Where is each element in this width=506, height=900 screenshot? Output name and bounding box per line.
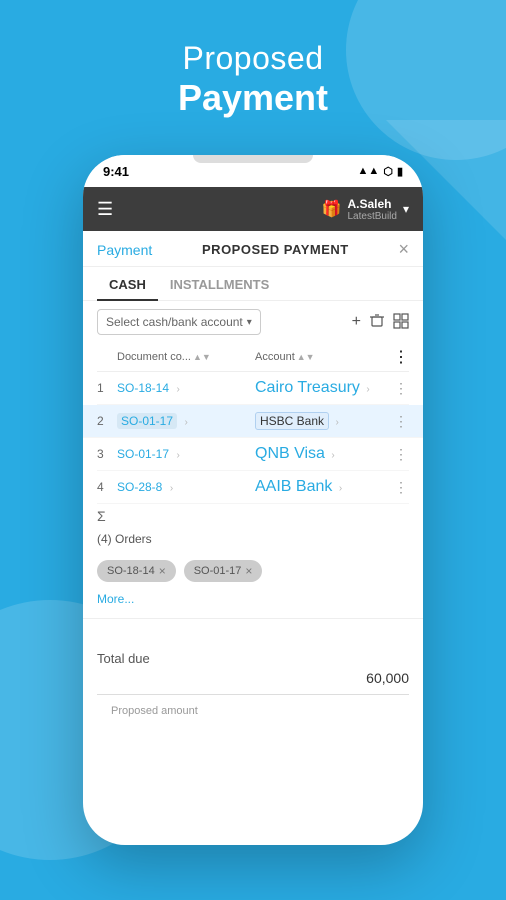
tab-cash[interactable]: CASH	[97, 267, 158, 300]
tag-2: SO-01-17 ×	[184, 560, 263, 582]
app-navbar: ☰ 🎁 A.Saleh LatestBuild ▾	[83, 187, 423, 231]
user-name: A.Saleh	[347, 197, 396, 211]
back-link[interactable]: Payment	[97, 242, 152, 258]
row-4-doc-link[interactable]: SO-28-8	[117, 480, 162, 494]
table-row: 2 SO-01-17 › HSBC Bank › ⋮	[83, 405, 423, 438]
table-row: 3 SO-01-17 › QNB Visa › ⋮	[97, 438, 409, 471]
grid-button[interactable]	[393, 313, 409, 332]
add-button[interactable]: +	[352, 313, 361, 331]
gift-icon: 🎁	[322, 199, 342, 219]
header-line2: Payment	[0, 77, 506, 119]
orders-count: (4) Orders	[83, 528, 423, 554]
wifi-icon: ⬡	[383, 165, 393, 178]
table-header: Document co... ▲▼ Account ▲▼ ⋮	[97, 343, 409, 372]
row-1-account-link[interactable]: Cairo Treasury	[255, 379, 360, 396]
delete-button[interactable]	[369, 312, 385, 333]
row-4-account-link[interactable]: AAIB Bank	[255, 478, 332, 495]
account-select[interactable]: Select cash/bank account ▾	[97, 309, 261, 335]
menu-icon[interactable]: ☰	[97, 199, 113, 220]
row-2-doc-link[interactable]: SO-01-17	[117, 413, 177, 429]
total-due-label: Total due	[97, 651, 150, 666]
row-1-doc-arrow-icon: ›	[176, 384, 179, 395]
phone-notch	[193, 155, 313, 163]
more-options-icon[interactable]: ⋮	[393, 349, 409, 366]
row-3-doc: SO-01-17 ›	[117, 445, 255, 463]
row-1-doc: SO-18-14 ›	[117, 379, 255, 397]
proposed-amount-label: Proposed amount	[97, 701, 409, 717]
tag-2-label: SO-01-17	[194, 565, 242, 577]
col-doc-header: Document co... ▲▼	[117, 351, 255, 363]
row-4-account-arrow-icon: ›	[339, 483, 342, 494]
phone-mockup: 9:41 ▲▲ ⬡ ▮ ☰ 🎁 A.Saleh LatestBuild ▾ Pa…	[83, 155, 423, 845]
total-due-value-row: 60,000	[97, 668, 409, 688]
navbar-chevron-icon[interactable]: ▾	[403, 202, 409, 216]
row-2-more[interactable]: ⋮	[393, 413, 409, 430]
status-time: 9:41	[103, 164, 129, 179]
table: Document co... ▲▼ Account ▲▼ ⋮ 1 SO-18-1…	[83, 343, 423, 504]
close-button[interactable]: ×	[398, 239, 409, 260]
row-2-account: HSBC Bank ›	[255, 412, 393, 430]
row-2-account-link[interactable]: HSBC Bank	[255, 412, 329, 430]
tab-installments[interactable]: INSTALLMENTS	[158, 267, 281, 300]
bottom-section: Total due 60,000 Proposed amount	[83, 618, 423, 725]
sigma-row: Σ	[83, 504, 423, 528]
navbar-user: A.Saleh LatestBuild	[347, 197, 396, 222]
row-2-account-arrow-icon: ›	[335, 417, 338, 428]
row-1-account-arrow-icon: ›	[366, 384, 369, 395]
total-due-value: 60,000	[366, 670, 409, 686]
toolbar: Select cash/bank account ▾ +	[83, 301, 423, 343]
total-due-row: Total due	[97, 649, 409, 668]
tag-2-remove-button[interactable]: ×	[245, 564, 252, 578]
payment-header-row: Payment PROPOSED PAYMENT ×	[83, 231, 423, 267]
row-3-account-arrow-icon: ›	[331, 450, 334, 461]
select-chevron-icon: ▾	[247, 317, 252, 328]
row-3-more[interactable]: ⋮	[393, 446, 409, 463]
tabs-row: CASH INSTALLMENTS	[83, 267, 423, 301]
tag-1-remove-button[interactable]: ×	[159, 564, 166, 578]
row-4-num: 4	[97, 480, 117, 494]
row-1-more[interactable]: ⋮	[393, 380, 409, 397]
user-build: LatestBuild	[347, 211, 396, 222]
page-title: PROPOSED PAYMENT	[152, 242, 398, 257]
toolbar-actions: +	[352, 312, 409, 333]
row-3-account: QNB Visa ›	[255, 445, 393, 463]
doc-sort-icon[interactable]: ▲▼	[193, 352, 211, 362]
page-header: Proposed Payment	[0, 40, 506, 119]
row-2-doc-arrow-icon: ›	[184, 417, 187, 428]
row-1-doc-link[interactable]: SO-18-14	[117, 381, 169, 395]
account-sort-icon[interactable]: ▲▼	[297, 352, 315, 362]
row-2-num: 2	[97, 414, 117, 428]
table-row: 4 SO-28-8 › AAIB Bank › ⋮	[97, 471, 409, 504]
row-3-doc-arrow-icon: ›	[176, 450, 179, 461]
row-3-account-link[interactable]: QNB Visa	[255, 445, 325, 462]
signal-icon: ▲▲	[358, 165, 380, 177]
tag-1: SO-18-14 ×	[97, 560, 176, 582]
row-4-account: AAIB Bank ›	[255, 478, 393, 496]
tag-1-label: SO-18-14	[107, 565, 155, 577]
battery-icon: ▮	[397, 165, 403, 178]
row-3-doc-link[interactable]: SO-01-17	[117, 447, 169, 461]
tags-row: SO-18-14 × SO-01-17 ×	[83, 554, 423, 588]
total-divider	[97, 694, 409, 695]
row-1-num: 1	[97, 381, 117, 395]
more-link[interactable]: More...	[83, 588, 423, 610]
row-4-doc: SO-28-8 ›	[117, 478, 255, 496]
col-more-header: ⋮	[393, 347, 409, 367]
col-account-header: Account ▲▼	[255, 351, 393, 363]
navbar-center: 🎁 A.Saleh LatestBuild ▾	[322, 197, 409, 222]
status-icons: ▲▲ ⬡ ▮	[358, 165, 403, 178]
row-1-account: Cairo Treasury ›	[255, 379, 393, 397]
row-2-doc: SO-01-17 ›	[117, 412, 255, 430]
table-row: 1 SO-18-14 › Cairo Treasury › ⋮	[97, 372, 409, 405]
row-3-num: 3	[97, 447, 117, 461]
select-placeholder: Select cash/bank account	[106, 315, 243, 329]
row-4-doc-arrow-icon: ›	[170, 483, 173, 494]
header-line1: Proposed	[0, 40, 506, 77]
row-4-more[interactable]: ⋮	[393, 479, 409, 496]
